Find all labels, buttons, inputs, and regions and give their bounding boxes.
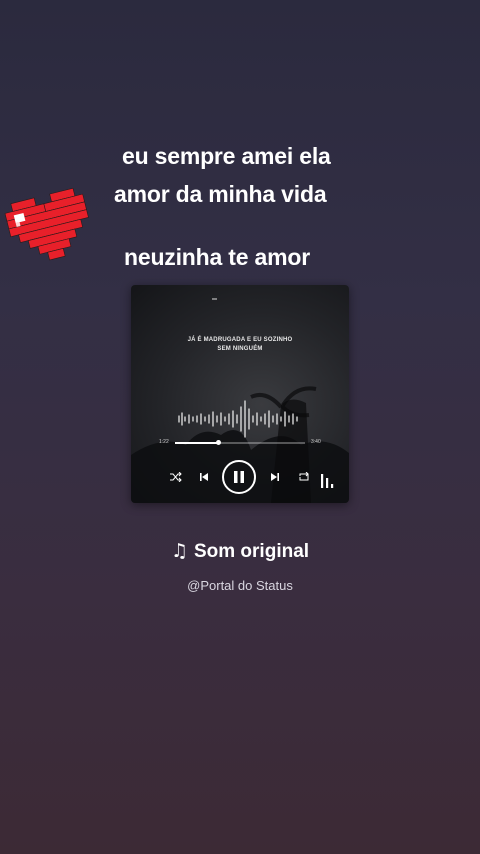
repeat-icon[interactable] — [297, 470, 311, 484]
progress-bar[interactable] — [175, 440, 305, 445]
audio-title-label: Som original — [193, 541, 310, 562]
time-elapsed: 1:22 — [159, 439, 169, 445]
equalizer-bars-icon[interactable] — [318, 471, 338, 491]
caption-line-3: neuzinha te amor — [124, 244, 310, 270]
lyrics-line-2: SEM NINGUÉM — [217, 346, 263, 352]
card-top-mark — [212, 298, 217, 300]
caption-line-1: eu sempre amei ela — [122, 143, 331, 169]
music-note-icon: ♫ — [170, 540, 188, 562]
audio-author[interactable]: @Portal do Status — [0, 578, 480, 593]
pause-icon[interactable] — [222, 460, 256, 494]
music-player-card[interactable]: JÁ É MADRUGADA E EU SOZINHO SEM NINGUÉM — [131, 285, 349, 503]
caption-line-2: amor da minha vida — [114, 181, 327, 207]
audio-title[interactable]: ♫ Som original — [0, 540, 480, 563]
time-total: 3:40 — [311, 439, 321, 445]
lyrics-line-1: JÁ É MADRUGADA E EU SOZINHO — [187, 337, 293, 343]
audio-waveform — [178, 400, 298, 438]
pixel-heart-icon — [4, 187, 89, 261]
progress-knob[interactable] — [216, 440, 221, 445]
progress-fill — [175, 442, 218, 444]
skip-previous-icon[interactable] — [197, 470, 211, 484]
shuffle-icon[interactable] — [169, 470, 183, 484]
skip-next-icon[interactable] — [268, 470, 282, 484]
